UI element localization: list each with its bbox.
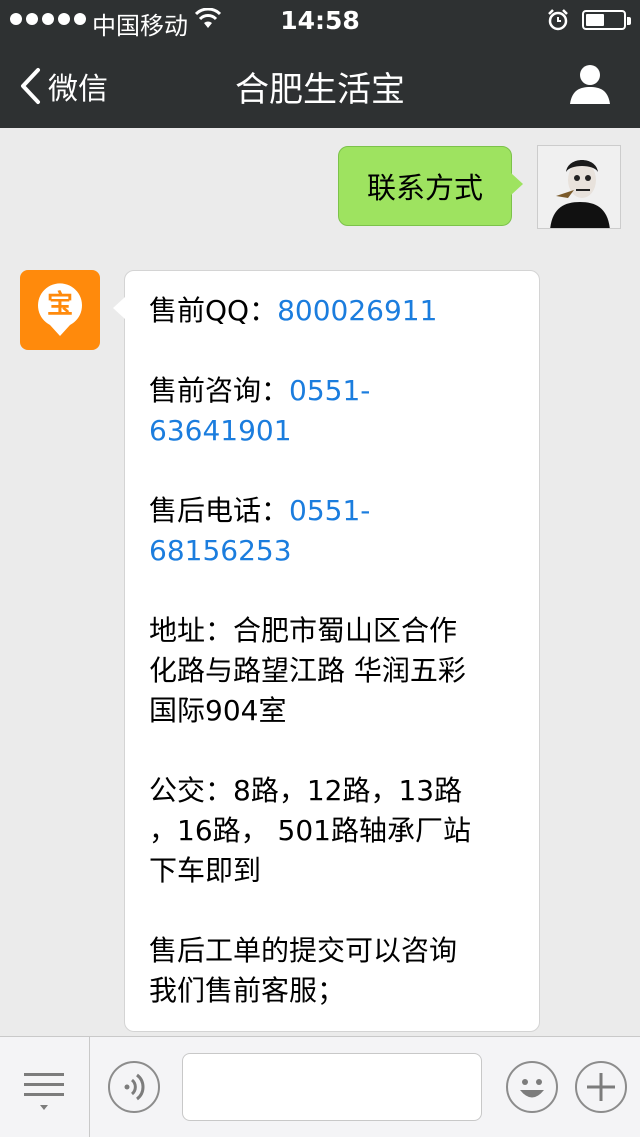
aftersale-phone-link-part1[interactable]: 0551- [289, 494, 370, 527]
presale-qq-link[interactable]: 800026911 [277, 294, 437, 327]
message-input[interactable] [182, 1053, 482, 1121]
address-line: 地址：合肥市蜀山区合作 [149, 614, 458, 647]
input-toolbar [0, 1036, 640, 1137]
official-account-avatar[interactable]: 宝 [20, 270, 100, 350]
list-menu-icon [24, 1073, 64, 1110]
aftersale-line: 售后电话：0551- 68156253 [149, 491, 515, 571]
user-avatar-image [538, 146, 620, 228]
address-line: 化路与路望江路 华润五彩 [149, 654, 466, 687]
presale-phone-link-part2[interactable]: 63641901 [149, 414, 292, 447]
aftersale-phone-link-part2[interactable]: 68156253 [149, 534, 292, 567]
address-paragraph: 地址：合肥市蜀山区合作 化路与路望江路 华润五彩 国际904室 [149, 611, 515, 731]
logo-glyph: 宝 [47, 289, 73, 320]
aftersale-label: 售后电话： [149, 494, 290, 527]
plus-icon [587, 1073, 615, 1101]
smiley-icon [520, 1079, 544, 1098]
user-avatar[interactable] [537, 145, 621, 229]
ticket-line: 我们售前客服； [149, 974, 346, 1007]
page-title: 合肥生活宝 [235, 70, 405, 110]
alarm-clock-icon [548, 9, 568, 31]
voice-input-button[interactable] [108, 1061, 160, 1113]
voice-wave-icon [124, 1073, 145, 1101]
ticket-paragraph: 售后工单的提交可以咨询 我们售前客服； [149, 931, 515, 1011]
chat-area[interactable]: 联系方式 宝 售前QQ：800026911 售前咨询：0551- 6364190… [0, 128, 640, 1036]
bus-paragraph: 公交：8路，12路，13路 ，16路， 501路轴承厂站 下车即到 [149, 771, 515, 891]
presale-consult-line: 售前咨询：0551- 63641901 [149, 371, 515, 451]
more-options-button[interactable] [575, 1061, 627, 1113]
location-pin-logo-icon: 宝 [38, 283, 82, 336]
presale-consult-label: 售前咨询： [149, 374, 290, 407]
ticket-line: 售后工单的提交可以咨询 [149, 934, 458, 967]
outgoing-message-text: 联系方式 [366, 171, 483, 205]
profile-icon[interactable] [568, 62, 612, 106]
status-time: 14:58 [280, 6, 360, 35]
battery-icon [582, 10, 631, 30]
status-bar: 中国移动 14:58 [0, 0, 640, 40]
incoming-message-bubble[interactable]: 售前QQ：800026911 售前咨询：0551- 63641901 售后电话：… [113, 270, 540, 1032]
address-line: 国际904室 [149, 694, 287, 727]
presale-phone-link-part1[interactable]: 0551- [289, 374, 370, 407]
nav-bar: 微信 合肥生活宝 [0, 40, 640, 128]
bus-line: 下车即到 [149, 854, 262, 887]
presale-qq-label: 售前QQ： [149, 294, 278, 327]
presale-qq-line: 售前QQ：800026911 [149, 291, 515, 331]
bus-line: ，16路， 501路轴承厂站 [149, 814, 471, 847]
outgoing-message-bubble[interactable]: 联系方式 [338, 146, 523, 226]
menu-toggle-button[interactable] [0, 1037, 90, 1137]
bus-line: 公交：8路，12路，13路 [149, 774, 463, 807]
emoji-button[interactable] [506, 1061, 558, 1113]
